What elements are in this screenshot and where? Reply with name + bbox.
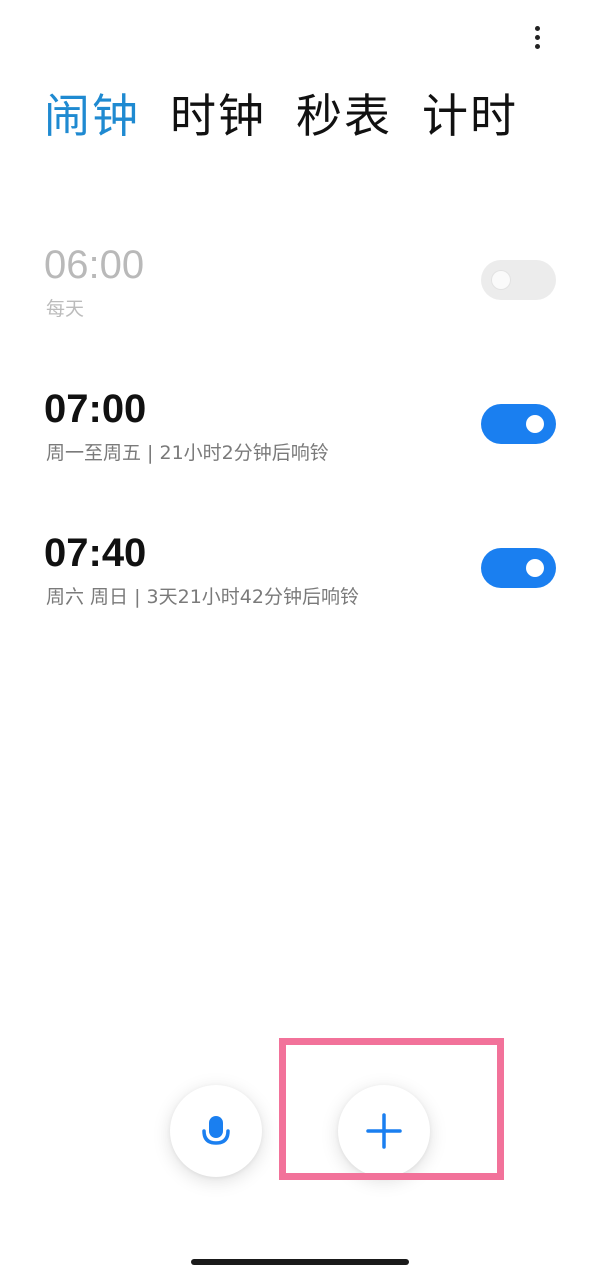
alarm-item[interactable]: 07:00 周一至周五 | 21小时2分钟后响铃 bbox=[0, 384, 600, 494]
add-alarm-button[interactable] bbox=[338, 1085, 430, 1177]
alarm-item[interactable]: 07:40 周六 周日 | 3天21小时42分钟后响铃 bbox=[0, 528, 600, 638]
alarm-time: 07:40 bbox=[44, 531, 147, 575]
alarm-toggle[interactable] bbox=[481, 260, 556, 300]
tab-timer[interactable]: 计时 bbox=[422, 86, 518, 146]
home-indicator[interactable] bbox=[191, 1259, 409, 1265]
alarm-repeat-label: 每天 bbox=[46, 298, 85, 320]
more-icon-dot bbox=[534, 34, 540, 40]
alarm-repeat-label: 周一至周五 | 21小时2分钟后响铃 bbox=[46, 442, 329, 464]
toggle-knob bbox=[526, 415, 544, 433]
alarm-time: 06:00 bbox=[44, 243, 145, 287]
more-vertical-icon bbox=[534, 25, 540, 31]
plus-icon bbox=[366, 1113, 402, 1149]
toggle-knob bbox=[492, 271, 510, 289]
more-options-button[interactable] bbox=[520, 20, 554, 54]
tab-bar: 闹钟 时钟 秒表 计时 bbox=[44, 86, 518, 146]
more-icon-dot bbox=[534, 43, 540, 49]
alarm-time: 07:00 bbox=[44, 387, 147, 431]
toggle-knob bbox=[526, 559, 544, 577]
alarm-repeat-label: 周六 周日 | 3天21小时42分钟后响铃 bbox=[46, 586, 359, 608]
alarm-item[interactable]: 06:00 每天 bbox=[0, 240, 600, 350]
alarm-toggle[interactable] bbox=[481, 548, 556, 588]
alarm-toggle[interactable] bbox=[481, 404, 556, 444]
voice-alarm-button[interactable] bbox=[170, 1085, 262, 1177]
tab-stopwatch[interactable]: 秒表 bbox=[296, 86, 392, 146]
tab-clock[interactable]: 时钟 bbox=[170, 86, 266, 146]
microphone-icon bbox=[202, 1116, 230, 1145]
tab-alarm[interactable]: 闹钟 bbox=[44, 86, 140, 146]
